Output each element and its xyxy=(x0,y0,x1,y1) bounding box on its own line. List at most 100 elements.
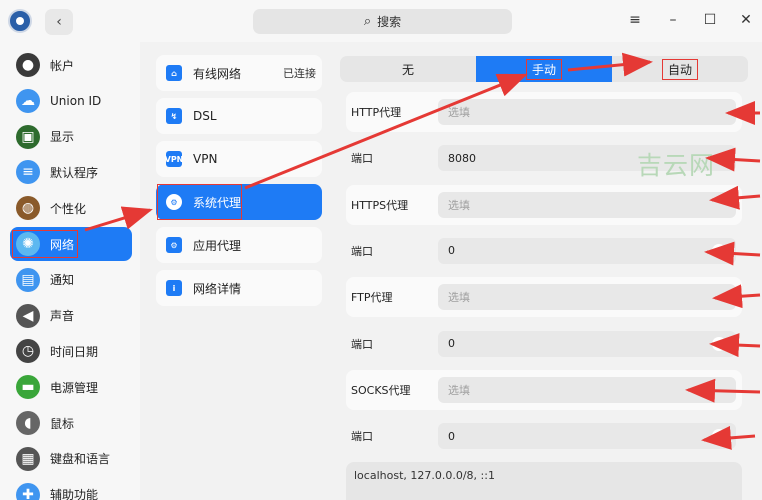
network-menu-item-label: 网络详情 xyxy=(193,281,242,296)
proxy-row-label: HTTP代理 xyxy=(351,106,402,119)
title-bar: ‹ ⌕ 搜索 ≡ – ☐ ✕ xyxy=(0,0,762,42)
sidebar-item[interactable]: ✺ 网络 xyxy=(10,227,132,261)
proxy-mode-button[interactable]: 手动 xyxy=(476,56,612,82)
sidebar-item-label: 时间日期 xyxy=(50,344,99,359)
network-menu-item-label: 系统代理 xyxy=(193,195,242,210)
sidebar-item-label: 鼠标 xyxy=(50,416,75,431)
network-submenu: ⌂ 有线网络 已连接 ↯ DSL VPN VPN ⚙ 系统代理 ⚙ 应用代理 i 网络详情 xyxy=(148,42,330,500)
proxy-port-input[interactable]: 0 ⌄ xyxy=(438,423,736,450)
globe-icon: ✺ xyxy=(16,232,40,256)
proxy-mode-button[interactable]: 自动 xyxy=(612,56,748,82)
search-placeholder: 搜索 xyxy=(377,15,402,29)
search-icon: ⌕ xyxy=(363,14,372,29)
clock-icon: ◷ xyxy=(16,339,40,364)
proxy-port-input[interactable]: 0 ⌄ xyxy=(438,330,736,357)
network-menu-item[interactable]: ⚙ 应用代理 xyxy=(156,227,322,263)
app-proxy-icon: ⚙ xyxy=(166,237,182,253)
sidebar-item[interactable]: ▤ 通知 xyxy=(10,263,132,297)
minimize-icon[interactable]: – xyxy=(665,12,681,28)
proxy-field-value: 8080 xyxy=(448,151,476,165)
proxy-port-row: 端口 0 ⌄ xyxy=(346,416,742,456)
sidebar-item[interactable]: ▦ 键盘和语言 xyxy=(10,442,132,476)
proxy-host-input[interactable]: 选填 xyxy=(438,99,736,125)
sidebar-item-label: 显示 xyxy=(50,130,75,145)
sidebar-item-label: 个性化 xyxy=(50,201,87,216)
sidebar-item[interactable]: ◀ 声音 xyxy=(10,299,132,333)
proxy-port-input[interactable]: 0 ⌄ xyxy=(438,237,736,264)
sidebar-item-label: 默认程序 xyxy=(50,165,99,180)
proxy-port-row: 端口 0 ⌄ xyxy=(346,324,742,364)
chevron-down-icon[interactable]: ⌄ xyxy=(712,243,726,258)
chevron-down-icon[interactable]: ⌄ xyxy=(712,429,726,444)
sidebar-item-label: 声音 xyxy=(50,309,75,324)
battery-icon: ▬ xyxy=(16,375,40,400)
proxy-mode-button[interactable]: 无 xyxy=(340,56,476,82)
sidebar-item-label: 帐户 xyxy=(50,58,75,73)
proxy-port-row: 端口 0 ⌄ xyxy=(346,231,742,271)
proxy-row-label: 端口 xyxy=(351,152,373,166)
close-icon[interactable]: ✕ xyxy=(738,12,754,28)
network-menu-item[interactable]: i 网络详情 xyxy=(156,270,322,306)
proxy-mode-label: 自动 xyxy=(661,58,698,80)
proxy-field-value: 选填 xyxy=(448,383,470,397)
sidebar-item-label: 通知 xyxy=(50,273,75,288)
sidebar-item[interactable]: ● 帐户 xyxy=(10,48,132,82)
proxy-host-input[interactable]: 选填 xyxy=(438,284,736,311)
proxy-host-input[interactable]: 选填 xyxy=(438,376,736,403)
chevron-down-icon[interactable]: ⌄ xyxy=(712,336,726,351)
network-menu-item[interactable]: ⚙ 系统代理 xyxy=(156,184,322,220)
keyboard-icon: ▦ xyxy=(16,446,40,471)
watermark: 吉云网 xyxy=(637,151,716,180)
vpn-icon: VPN xyxy=(165,151,183,167)
sidebar-item[interactable]: ◖ 鼠标 xyxy=(10,406,132,440)
network-menu-item[interactable]: ↯ DSL xyxy=(156,98,322,134)
accessibility-icon: ✚ xyxy=(16,482,40,500)
proxy-host-row: FTP代理 选填 xyxy=(346,277,742,318)
system-proxy-icon: ⚙ xyxy=(166,194,182,210)
sidebar-item[interactable]: ◍ 个性化 xyxy=(10,191,132,225)
maximize-icon[interactable]: ☐ xyxy=(702,12,718,28)
search-input[interactable]: ⌕ 搜索 xyxy=(253,9,512,34)
proxy-host-row: SOCKS代理 选填 xyxy=(346,369,742,410)
sidebar: ● 帐户 ☁ Union ID ▣ 显示 ≡ 默认程序 ◍ 个性化 ✺ 网络 ▤ 通知 ◀ 声音 ◷ 时间日期 ▬ 电… xyxy=(0,42,140,500)
proxy-row-label: FTP代理 xyxy=(351,291,393,305)
connection-status: 已连接 xyxy=(283,67,316,80)
sidebar-item-label: 电源管理 xyxy=(50,380,99,395)
network-menu-item[interactable]: VPN VPN xyxy=(156,141,322,177)
proxy-host-input[interactable]: 选填 xyxy=(438,191,736,218)
sidebar-item-label: Union ID xyxy=(50,93,102,108)
sidebar-item-label: 辅助功能 xyxy=(50,488,99,500)
network-menu-item-label: 应用代理 xyxy=(193,238,242,253)
sidebar-item-label: 网络 xyxy=(50,237,75,252)
back-button[interactable]: ‹ xyxy=(45,9,73,35)
sidebar-item[interactable]: ◷ 时间日期 xyxy=(10,334,132,368)
network-menu-item-label: DSL xyxy=(193,109,217,123)
proxy-field-value: 0 xyxy=(448,337,455,350)
proxy-row-label: 端口 xyxy=(351,337,373,351)
sidebar-item[interactable]: ✚ 辅助功能 xyxy=(10,478,132,500)
menu-icon[interactable]: ≡ xyxy=(627,12,643,28)
proxy-row-label: SOCKS代理 xyxy=(351,383,411,397)
ignore-hosts-value: localhost, 127.0.0.0/8, ::1 xyxy=(354,469,495,482)
sidebar-item[interactable]: ≡ 默认程序 xyxy=(10,155,132,189)
ignore-hosts-field[interactable]: localhost, 127.0.0.0/8, ::1 xyxy=(346,462,742,500)
network-menu-item[interactable]: ⌂ 有线网络 已连接 xyxy=(156,55,322,91)
sidebar-item[interactable]: ▬ 电源管理 xyxy=(10,370,132,404)
proxy-mode-segmented-control: 无 手动 自动 xyxy=(340,56,748,82)
network-menu-item-label: VPN xyxy=(193,152,218,166)
cloud-icon: ☁ xyxy=(16,88,40,113)
sidebar-item[interactable]: ☁ Union ID xyxy=(10,84,132,118)
monitor-icon: ▣ xyxy=(16,124,40,149)
app-logo-icon xyxy=(8,9,32,33)
chevron-left-icon: ‹ xyxy=(56,14,62,30)
network-menu-item-label: 有线网络 xyxy=(193,66,242,81)
speaker-icon: ◀ xyxy=(16,303,40,328)
proxy-field-value: 0 xyxy=(448,244,455,258)
proxy-mode-label: 无 xyxy=(401,62,414,77)
proxy-row-label: 端口 xyxy=(351,244,373,258)
sidebar-item[interactable]: ▣ 显示 xyxy=(10,120,132,154)
proxy-row-label: 端口 xyxy=(351,430,373,444)
dsl-icon: ↯ xyxy=(166,108,182,124)
user-icon: ● xyxy=(16,53,40,77)
info-icon: i xyxy=(166,280,182,296)
